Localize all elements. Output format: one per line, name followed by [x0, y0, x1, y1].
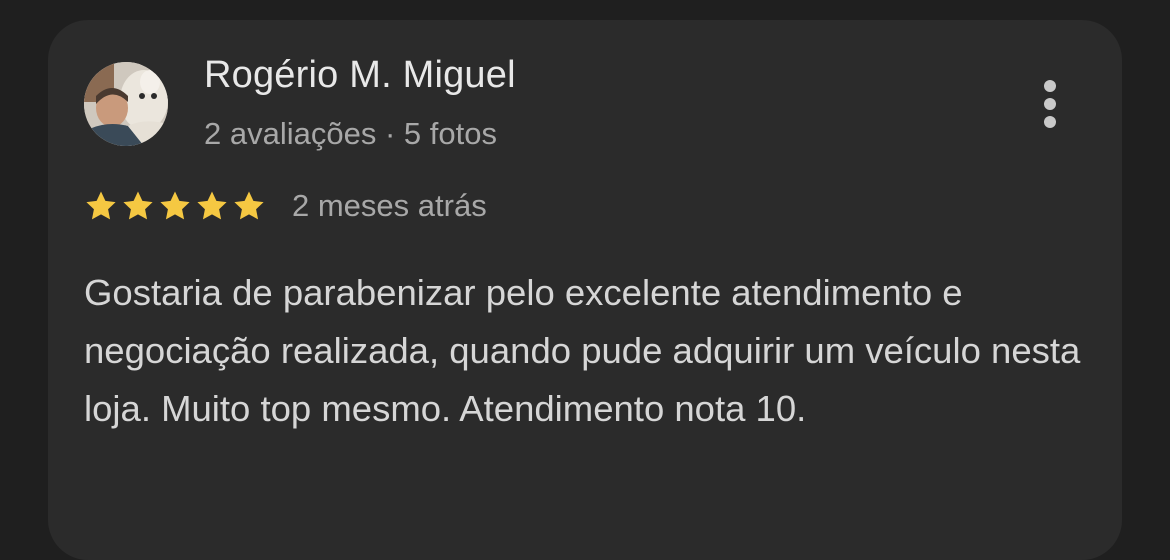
star-icon: [234, 191, 264, 220]
rating-row: 2 meses atrás: [84, 186, 487, 226]
avatar-photo: [84, 62, 168, 146]
star-icon: [123, 191, 153, 220]
author-name[interactable]: Rogério M. Miguel: [204, 54, 516, 97]
star-icon: [86, 191, 116, 220]
review-card: Rogério M. Miguel 2 avaliações · 5 fotos…: [48, 20, 1122, 560]
review-text: Gostaria de parabenizar pelo excelente a…: [84, 272, 1081, 429]
star-icon: [160, 191, 190, 220]
avatar[interactable]: [84, 62, 168, 146]
star-rating: [84, 189, 266, 223]
more-vert-icon-dot: [1044, 98, 1056, 110]
author-meta: 2 avaliações · 5 fotos: [204, 116, 497, 151]
more-options-button[interactable]: [1030, 76, 1070, 132]
review-date: 2 meses atrás: [292, 188, 487, 223]
more-vert-icon-dot: [1044, 116, 1056, 128]
star-icon: [197, 191, 227, 220]
more-vert-icon: [1044, 80, 1056, 92]
